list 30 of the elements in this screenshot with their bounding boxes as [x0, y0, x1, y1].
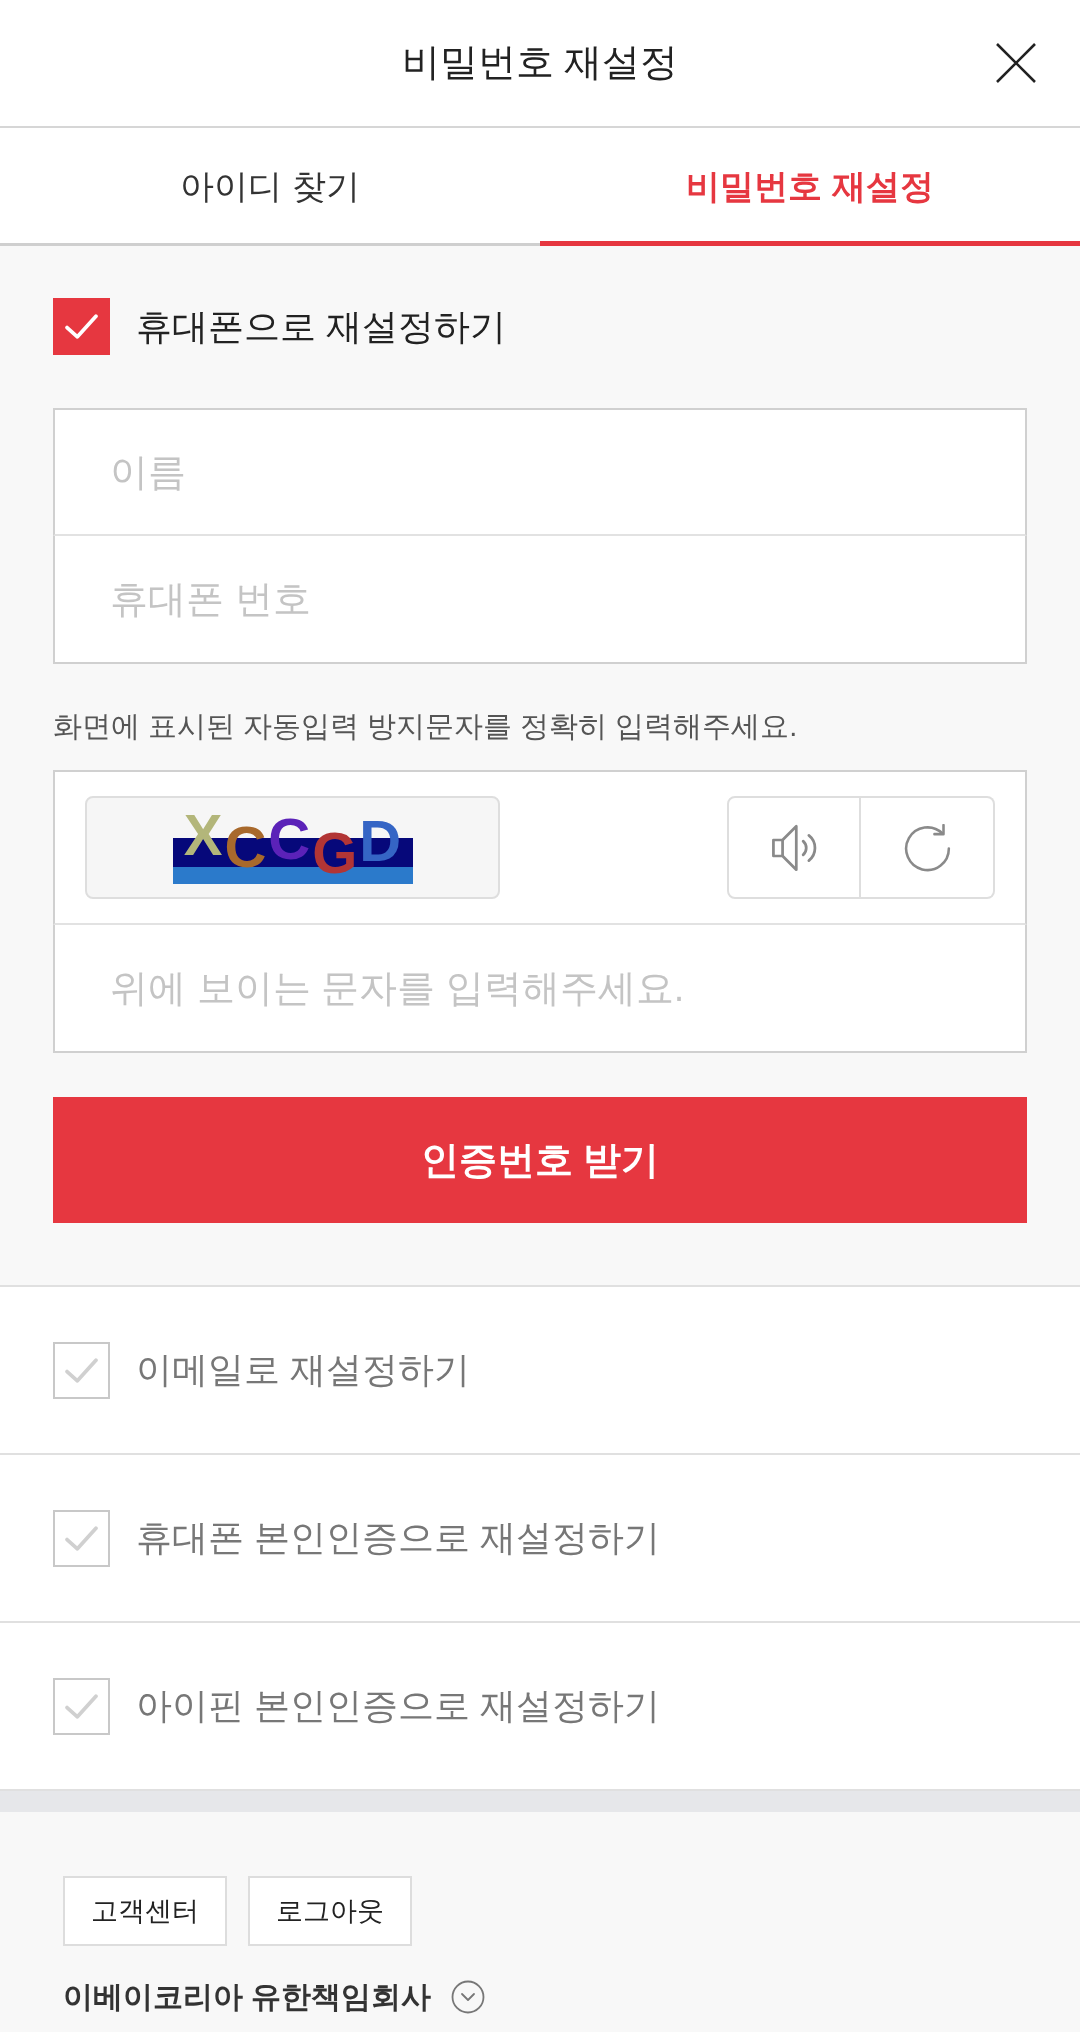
- check-icon: [65, 1357, 98, 1383]
- refresh-button[interactable]: [861, 796, 995, 900]
- captcha-field[interactable]: 위에 보이는 문자를 입력해주세요.: [53, 925, 1027, 1054]
- checkbox[interactable]: [53, 1677, 110, 1735]
- audio-button[interactable]: [727, 796, 861, 900]
- checkbox[interactable]: [53, 1341, 110, 1399]
- page-title: 비밀번호 재설정: [401, 40, 679, 86]
- check-icon: [65, 1525, 98, 1551]
- checkbox[interactable]: [53, 1509, 110, 1567]
- get-code-button[interactable]: 인증번호 받기: [53, 1097, 1027, 1224]
- input-field[interactable]: 이름: [53, 408, 1027, 536]
- input-field[interactable]: 휴대폰 번호: [53, 536, 1027, 664]
- close-icon: [996, 43, 1036, 83]
- check-icon: [65, 1693, 98, 1719]
- speaker-icon: [771, 823, 817, 872]
- tab[interactable]: 아이디 찾기: [0, 128, 540, 246]
- option-label: 아이핀 본인인증으로 재설정하기: [136, 1684, 660, 1729]
- tab[interactable]: 비밀번호 재설정: [540, 128, 1080, 246]
- check-icon: [65, 314, 98, 339]
- option-label: 휴대폰으로 재설정하기: [136, 304, 506, 349]
- footer-button[interactable]: 고객센터: [63, 1876, 227, 1947]
- footer-button[interactable]: 로그아웃: [248, 1876, 412, 1947]
- option-label: 휴대폰 본인인증으로 재설정하기: [136, 1516, 660, 1561]
- option-label: 이메일로 재설정하기: [136, 1348, 470, 1393]
- checkbox[interactable]: [53, 298, 110, 355]
- refresh-icon: [903, 823, 951, 872]
- company-name: 이베이코리아 유한책임회사: [63, 1979, 432, 2016]
- expand-button[interactable]: [451, 1980, 486, 2014]
- captcha-instruction: 화면에 표시된 자동입력 방지문자를 정확히 입력해주세요.: [53, 709, 799, 744]
- chevron-down-icon: [451, 1980, 486, 2014]
